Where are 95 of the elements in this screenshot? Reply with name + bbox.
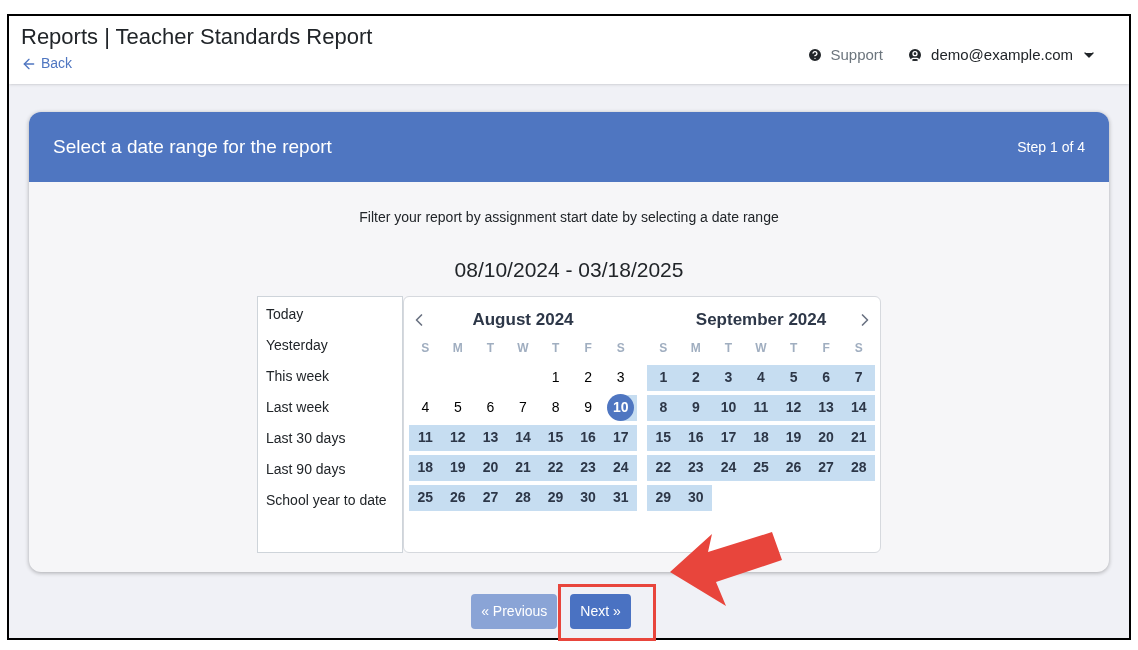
day-cell[interactable]: 19: [441, 454, 475, 481]
preset-item[interactable]: Last week: [266, 395, 402, 418]
preset-item[interactable]: School year to date: [266, 488, 402, 511]
day-cell[interactable]: 2: [571, 364, 605, 391]
day-cell[interactable]: 1: [539, 364, 572, 391]
day-cell[interactable]: 18: [744, 424, 778, 451]
instruction-text: Filter your report by assignment start date by selecting a date range: [359, 208, 779, 227]
preset-item[interactable]: This week: [266, 364, 402, 387]
card-title: Select a date range for the report: [53, 134, 332, 159]
day-cell[interactable]: 27: [474, 484, 507, 511]
weekday-label: F: [583, 339, 593, 357]
day-cell[interactable]: 5: [441, 394, 475, 421]
day-cell[interactable]: 17: [604, 424, 637, 451]
day-cell[interactable]: 24: [712, 454, 745, 481]
day-cell[interactable]: 12: [777, 394, 810, 421]
day-cell[interactable]: 19: [777, 424, 810, 451]
day-cell[interactable]: 20: [809, 424, 843, 451]
day-cell[interactable]: 30: [679, 484, 713, 511]
day-cell[interactable]: 22: [647, 454, 680, 481]
day-cell[interactable]: 23: [679, 454, 713, 481]
day-cell[interactable]: 4: [744, 364, 778, 391]
step-label: Step 1 of 4: [1017, 137, 1085, 157]
day-cell[interactable]: 30: [571, 484, 605, 511]
preset-item[interactable]: Today: [266, 302, 402, 325]
day-cell[interactable]: 11: [744, 394, 778, 421]
preset-item[interactable]: Last 90 days: [266, 457, 402, 480]
day-cell[interactable]: 3: [604, 364, 637, 391]
day-cell[interactable]: 6: [474, 394, 507, 421]
page-title: Reports | Teacher Standards Report: [21, 23, 373, 51]
weekday-label: M: [451, 339, 464, 357]
support-link[interactable]: Support: [806, 44, 884, 67]
day-cell[interactable]: 5: [777, 364, 810, 391]
preset-item[interactable]: Last 30 days: [266, 426, 402, 449]
day-cell[interactable]: 17: [712, 424, 745, 451]
weekday-label: F: [821, 339, 831, 357]
day-cell[interactable]: 26: [777, 454, 810, 481]
day-cell[interactable]: 31: [604, 484, 637, 511]
day-cell[interactable]: 11: [409, 424, 442, 451]
day-cell[interactable]: 2: [679, 364, 713, 391]
next-button[interactable]: Next »: [570, 594, 631, 629]
day-cell[interactable]: 9: [571, 394, 605, 421]
day-cell[interactable]: 4: [409, 394, 442, 421]
weekday-label: W: [754, 339, 768, 357]
day-cell[interactable]: 29: [539, 484, 572, 511]
day-cell[interactable]: 8: [647, 394, 680, 421]
preset-item[interactable]: Yesterday: [266, 333, 402, 356]
day-cell[interactable]: 29: [647, 484, 680, 511]
weekday-label: S: [615, 339, 626, 357]
day-cell[interactable]: 27: [809, 454, 843, 481]
weekday-label: W: [516, 339, 530, 357]
day-cell[interactable]: 14: [506, 424, 540, 451]
day-cell[interactable]: 16: [571, 424, 605, 451]
day-cell[interactable]: 28: [506, 484, 540, 511]
day-cell[interactable]: 3: [712, 364, 745, 391]
day-cell[interactable]: 10: [712, 394, 745, 421]
day-cell[interactable]: 24: [604, 454, 637, 481]
day-cell[interactable]: 21: [842, 424, 875, 451]
weekday-label: S: [420, 339, 431, 357]
day-cell[interactable]: 21: [506, 454, 540, 481]
day-cell[interactable]: 10: [604, 394, 637, 421]
help-icon: [806, 47, 823, 64]
day-cell[interactable]: 25: [409, 484, 442, 511]
day-cell[interactable]: 15: [539, 424, 572, 451]
day-cell[interactable]: 6: [809, 364, 843, 391]
weekday-label: S: [658, 339, 669, 357]
weekday-label: T: [550, 339, 561, 357]
day-cell[interactable]: 18: [409, 454, 442, 481]
day-cell[interactable]: 7: [842, 364, 875, 391]
day-cell[interactable]: 14: [842, 394, 875, 421]
day-cell[interactable]: 1: [647, 364, 680, 391]
day-cell[interactable]: 26: [441, 484, 475, 511]
day-cell[interactable]: 23: [571, 454, 605, 481]
day-cell[interactable]: 28: [842, 454, 875, 481]
day-cell[interactable]: 16: [679, 424, 713, 451]
day-cell[interactable]: 13: [809, 394, 843, 421]
user-icon: [907, 47, 924, 64]
weekday-label: T: [485, 339, 496, 357]
weekday-label: T: [788, 339, 799, 357]
day-cell[interactable]: 13: [474, 424, 507, 451]
date-range-field[interactable]: 08/10/2024 - 03/18/2025: [454, 254, 684, 286]
month-title: August 2024: [471, 308, 575, 331]
day-cell[interactable]: 25: [744, 454, 778, 481]
day-cell[interactable]: 9: [679, 394, 713, 421]
back-link[interactable]: Back: [21, 53, 373, 74]
user-menu-button[interactable]: demo@example.com: [907, 44, 1097, 67]
weekday-label: S: [853, 339, 864, 357]
weekday-label: M: [689, 339, 702, 357]
day-cell[interactable]: 20: [474, 454, 507, 481]
day-cell[interactable]: 7: [506, 394, 540, 421]
day-cell[interactable]: 8: [539, 394, 572, 421]
day-cell[interactable]: 15: [647, 424, 680, 451]
day-cell[interactable]: 12: [441, 424, 475, 451]
day-cell[interactable]: 22: [539, 454, 572, 481]
weekday-label: T: [723, 339, 734, 357]
month-title: September 2024: [694, 308, 828, 331]
